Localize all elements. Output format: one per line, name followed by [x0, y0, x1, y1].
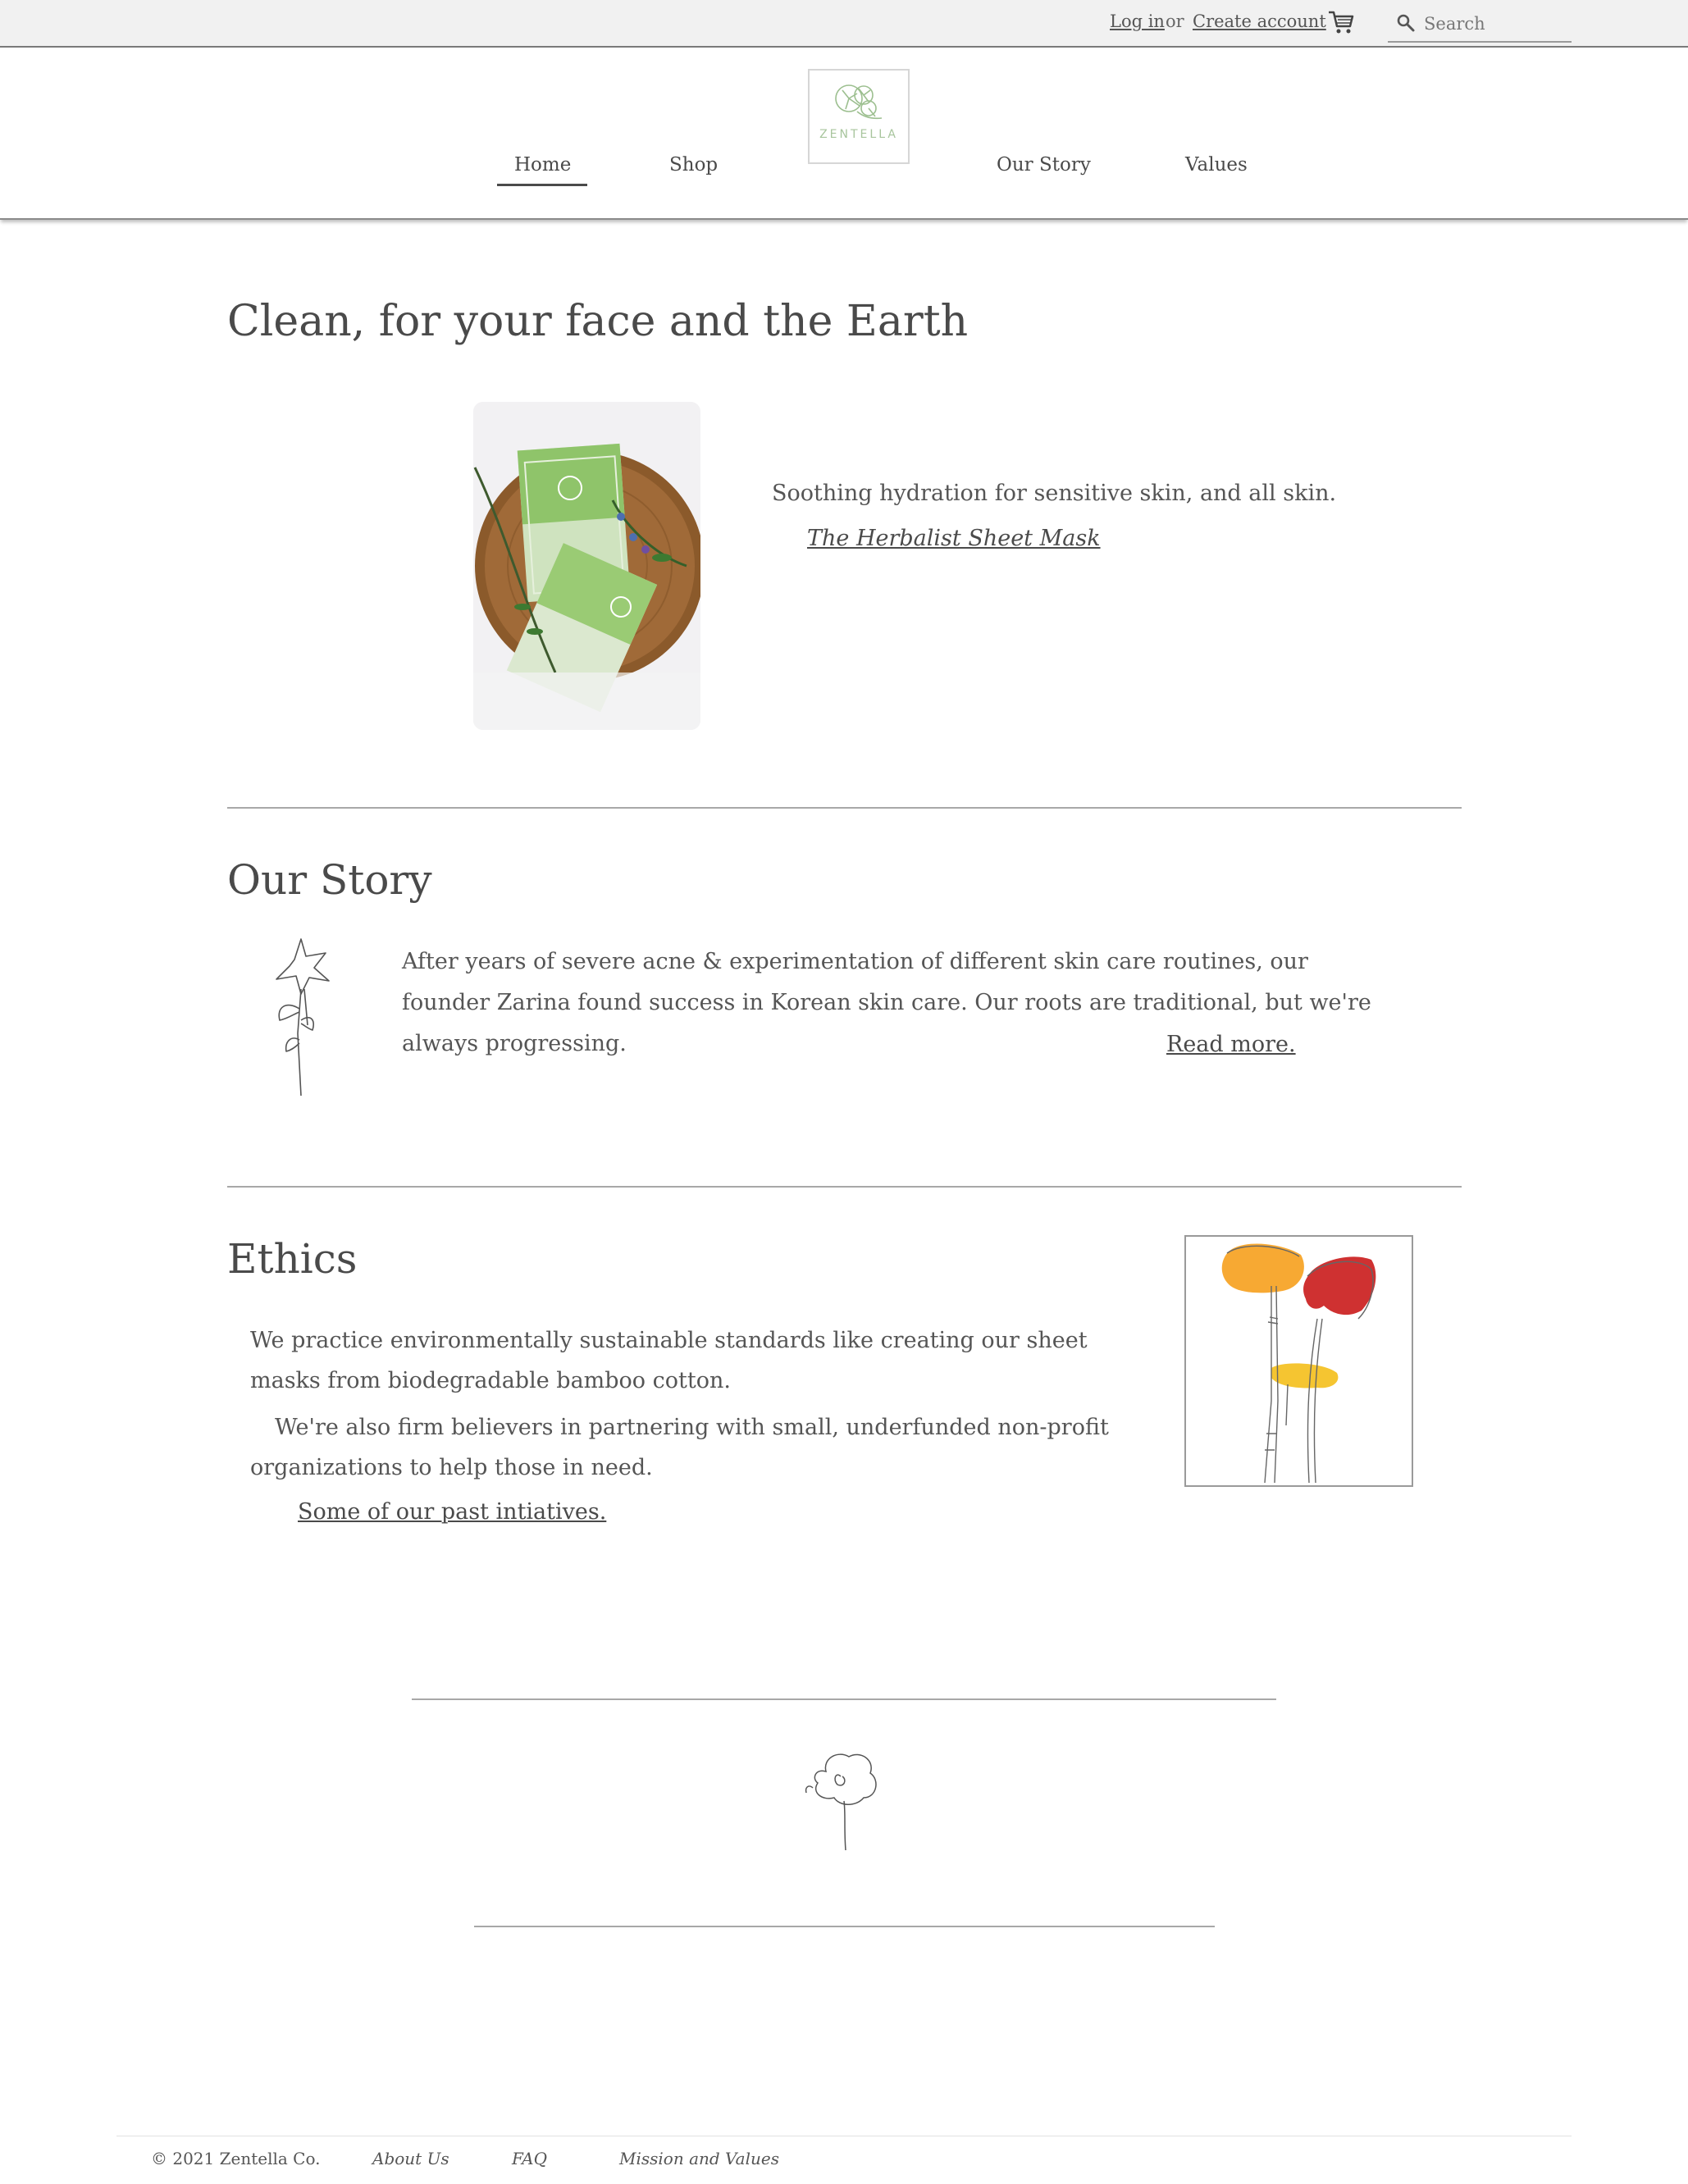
flowers-illustration — [1184, 1235, 1413, 1487]
site-header: Home Shop ZENTELLA Our Story Values — [0, 48, 1688, 220]
decor-divider-top — [412, 1698, 1276, 1700]
flower-sketch-icon — [276, 938, 330, 1096]
footer-link-faq[interactable]: FAQ — [512, 2149, 547, 2168]
nav-shop[interactable]: Shop — [669, 154, 718, 176]
brand-logo[interactable]: ZENTELLA — [808, 69, 910, 164]
or-separator: or — [1166, 11, 1184, 31]
sheet-mask-photo — [473, 402, 700, 730]
brand-name: ZENTELLA — [819, 128, 898, 141]
footer-link-about-us[interactable]: About Us — [372, 2149, 449, 2168]
nav-values[interactable]: Values — [1185, 154, 1248, 176]
lotus-leaf-icon — [835, 84, 883, 120]
search-input[interactable] — [1422, 10, 1570, 38]
nav-active-indicator — [497, 184, 587, 186]
search-icon — [1397, 14, 1415, 32]
read-more-link[interactable]: Read more. — [1166, 1032, 1296, 1057]
create-account-link[interactable]: Create account — [1193, 11, 1326, 31]
login-link[interactable]: Log in — [1110, 11, 1165, 31]
painted-flowers-icon — [1221, 1243, 1376, 1484]
past-initiatives-link[interactable]: Some of our past intiatives. — [298, 1499, 606, 1525]
product-link[interactable]: The Herbalist Sheet Mask — [807, 526, 1101, 551]
cart-icon[interactable] — [1327, 8, 1355, 36]
ethics-paragraph-2: We're also firm believers in partnering … — [250, 1415, 1109, 1480]
search-box[interactable] — [1388, 7, 1572, 43]
hero-tagline: Soothing hydration for sensitive skin, a… — [772, 481, 1337, 506]
section-divider — [227, 807, 1462, 809]
decor-divider-bottom — [474, 1926, 1215, 1927]
nav-home[interactable]: Home — [514, 154, 571, 176]
top-utility-bar: Log in or Create account — [0, 0, 1688, 48]
nav-our-story[interactable]: Our Story — [997, 154, 1091, 176]
flower-outline-icon — [805, 1753, 877, 1850]
ethics-heading: Ethics — [227, 1235, 358, 1283]
section-divider — [227, 1186, 1462, 1188]
hero-title: Clean, for your face and the Earth — [227, 297, 969, 346]
our-story-heading: Our Story — [227, 856, 432, 904]
footer-link-mission-values[interactable]: Mission and Values — [619, 2149, 779, 2168]
copyright-text: © 2021 Zentella Co. — [151, 2149, 321, 2168]
ethics-paragraph-1: We practice environmentally sustainable … — [250, 1328, 1088, 1393]
product-image[interactable] — [473, 402, 700, 730]
